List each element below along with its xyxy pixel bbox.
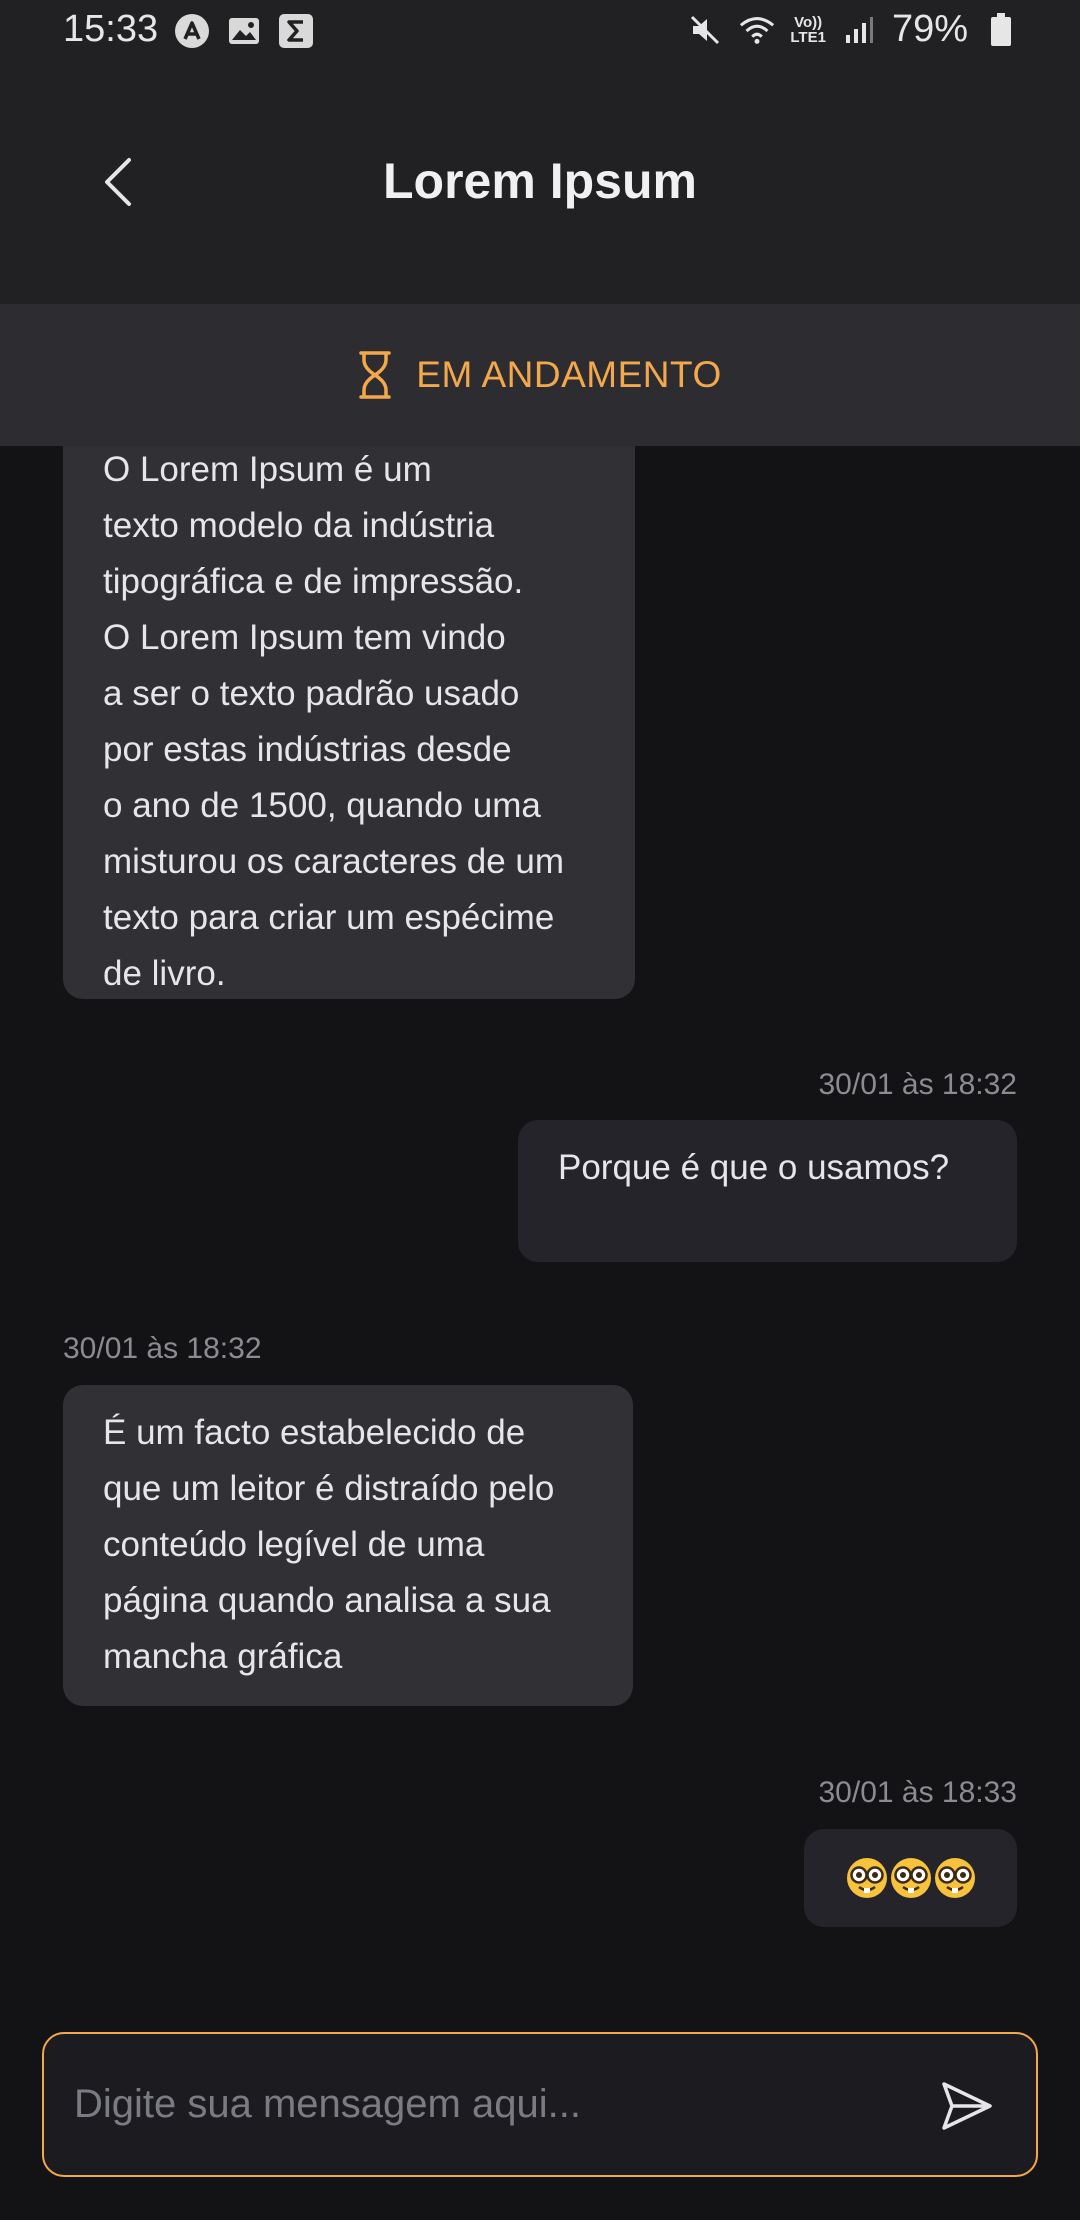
status-bar: 15:33 Vo)) LTE1 79% (0, 0, 1080, 64)
volte-label-bottom: LTE1 (790, 28, 826, 46)
message-bubble-incoming[interactable]: O Lorem Ipsum é um texto modelo da indús… (63, 446, 635, 999)
message-line: conteúdo legível de uma (103, 1525, 485, 1564)
nerd-face-emoji-icon (846, 1858, 887, 1898)
nerd-face-emoji-icon (934, 1858, 975, 1898)
volte-icon: Vo)) LTE1 (790, 15, 826, 45)
status-banner: EM ANDAMENTO (0, 304, 1080, 446)
sigma-icon (277, 12, 315, 50)
message-line: misturou os caracteres de um (103, 842, 565, 881)
page-title: Lorem Ipsum (383, 153, 697, 209)
message-line: O Lorem Ipsum tem vindo (103, 618, 506, 657)
message-line: que um leitor é distraído pelo (103, 1469, 555, 1508)
signal-icon (840, 11, 878, 49)
message-timestamp: 30/01 às 18:32 (63, 1332, 262, 1365)
send-icon (942, 2082, 992, 2130)
battery-percent: 79% (891, 8, 968, 50)
message-composer (42, 2032, 1038, 2177)
message-line: tipográfica e de impressão. (103, 562, 524, 601)
mute-icon (686, 11, 724, 49)
message-input[interactable] (74, 2034, 894, 2174)
a-circle-icon (173, 12, 211, 50)
message-line: É um facto estabelecido de (103, 1413, 526, 1452)
message-line: a ser o texto padrão usado (103, 674, 520, 713)
message-line: por estas indústrias desde (103, 730, 512, 769)
message-line: texto modelo da indústria (103, 506, 495, 545)
message-line: O Lorem Ipsum é um (103, 450, 432, 489)
message-timestamp: 30/01 às 18:33 (818, 1776, 1017, 1809)
hourglass-icon (359, 351, 392, 399)
wifi-icon (738, 11, 776, 49)
gallery-icon (225, 12, 263, 50)
message-bubble-outgoing[interactable]: Porque é que o usamos? (518, 1120, 1017, 1262)
nerd-face-emoji-icon (890, 1858, 931, 1898)
system-icons: Vo)) LTE1 79% (686, 8, 1020, 51)
message-bubble-incoming[interactable]: É um facto estabelecido de que um leitor… (63, 1385, 633, 1706)
status-label: EM ANDAMENTO (416, 354, 722, 395)
message-line: página quando analisa a sua (103, 1581, 551, 1620)
send-button[interactable] (936, 2076, 996, 2136)
message-line: texto para criar um espécime (103, 898, 555, 937)
message-timestamp: 30/01 às 18:32 (818, 1068, 1017, 1101)
message-line: de livro. (103, 954, 226, 993)
battery-icon (982, 11, 1020, 49)
message-bubble-outgoing[interactable] (804, 1829, 1017, 1927)
message-list[interactable]: O Lorem Ipsum é um texto modelo da indús… (0, 446, 1080, 2006)
status-time: 15:33 (63, 8, 159, 50)
message-line: mancha gráfica (103, 1637, 343, 1676)
volte-label-top: Vo)) (794, 13, 823, 31)
app-header: Lorem Ipsum (0, 64, 1080, 304)
message-line: o ano de 1500, quando uma (103, 786, 541, 825)
notification-icons (173, 12, 315, 50)
message-text: Porque é que o usamos? (558, 1148, 950, 1187)
